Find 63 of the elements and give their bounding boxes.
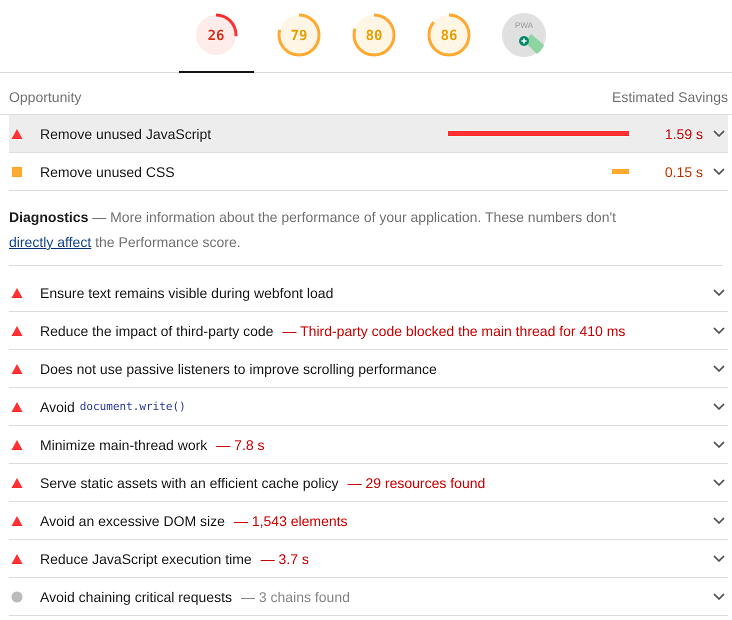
- audit-title: Reduce the impact of third-party code: [40, 322, 274, 338]
- warning-triangle-icon: [11, 362, 23, 374]
- score-gauge: 80: [350, 12, 396, 58]
- audit-detail: — 1,543 elements: [234, 512, 348, 528]
- audit-row[interactable]: Avoid chaining critical requests — 3 chains found: [9, 578, 728, 616]
- audit-title: Avoid chaining critical requests: [40, 588, 232, 604]
- savings-bar: [612, 169, 629, 174]
- warning-triangle-icon: [11, 514, 23, 526]
- audit-row[interactable]: Remove unused JavaScript 1.59 s: [9, 115, 728, 153]
- audit-title: Minimize main-thread work: [40, 436, 208, 452]
- square-icon: [11, 166, 23, 178]
- score-gauge: 79: [276, 12, 322, 58]
- warning-triangle-icon: [11, 400, 23, 412]
- chevron-down-icon: [713, 288, 725, 296]
- warning-triangle-icon: [11, 438, 23, 450]
- chevron-down-icon: [713, 478, 725, 486]
- audit-row[interactable]: Avoid an excessive DOM size — 1,543 elements: [9, 502, 728, 540]
- column-heading: Opportunity: [9, 89, 82, 105]
- savings-value: 0.15 s: [664, 164, 703, 180]
- diagnostics-description: Diagnostics — More information about the performance of your application. These numbers don't directly affect the Performance score.: [9, 205, 723, 266]
- savings-value: 1.59 s: [664, 126, 703, 142]
- audit-row[interactable]: Avoid document.write(): [9, 388, 728, 426]
- warning-triangle-icon: [11, 128, 23, 140]
- chevron-down-icon: [713, 326, 725, 334]
- audit-detail: — 7.8 s: [216, 436, 265, 452]
- audit-title: Remove unused JavaScript: [40, 126, 212, 142]
- audit-title: Serve static assets with an efficient cache policy: [40, 474, 339, 490]
- chevron-down-icon: [713, 440, 725, 448]
- column-heading: Estimated Savings: [612, 89, 728, 105]
- directly-affect-link[interactable]: directly affect: [9, 234, 92, 250]
- audit-row[interactable]: Ensure text remains visible during webfont load: [9, 274, 728, 312]
- score-gauge: 86: [426, 12, 472, 58]
- audit-title: Avoid: [40, 398, 75, 414]
- chevron-down-icon: [713, 592, 725, 600]
- audit-row[interactable]: Minimize main-thread work — 7.8 s: [9, 426, 728, 464]
- circle-icon: [11, 590, 23, 602]
- score-tab[interactable]: 26: [178, 12, 254, 73]
- chevron-down-icon: [713, 130, 725, 138]
- pwa-badge: PWA: [500, 12, 546, 58]
- audit-detail: — 3 chains found: [240, 588, 350, 604]
- audit-row[interactable]: Serve static assets with an efficient cache policy — 29 resources found: [9, 464, 728, 502]
- audit-detail: — 3.7 s: [260, 550, 309, 566]
- code-snippet: document.write(): [80, 400, 186, 413]
- chevron-down-icon: [713, 516, 725, 524]
- warning-triangle-icon: [11, 476, 23, 488]
- audit-detail: — 29 resources found: [348, 474, 486, 490]
- audit-title: Reduce JavaScript execution time: [40, 550, 252, 566]
- audit-row[interactable]: Reduce the impact of third-party code — Third-party code blocked the main thread for 410 ms: [9, 312, 728, 350]
- chevron-down-icon: [713, 364, 725, 372]
- audit-detail: — Third-party code blocked the main thread for 410 ms: [282, 322, 626, 338]
- chevron-down-icon: [713, 554, 725, 562]
- audit-row[interactable]: Reduce JavaScript execution time — 3.7 s: [9, 540, 728, 578]
- audit-row[interactable]: Does not use passive listeners to improve scrolling performance: [9, 350, 728, 388]
- chevron-down-icon: [713, 402, 725, 410]
- warning-triangle-icon: [11, 286, 23, 298]
- score-gauge: 26: [193, 12, 239, 58]
- audit-title: Avoid an excessive DOM size: [40, 512, 225, 528]
- audit-title: Does not use passive listeners to improve scrolling performance: [40, 360, 437, 376]
- audit-title: Ensure text remains visible during webfont load: [40, 284, 334, 300]
- chevron-down-icon: [713, 168, 725, 176]
- warning-triangle-icon: [11, 552, 23, 564]
- audit-title: Remove unused CSS: [40, 164, 175, 180]
- warning-triangle-icon: [11, 324, 23, 336]
